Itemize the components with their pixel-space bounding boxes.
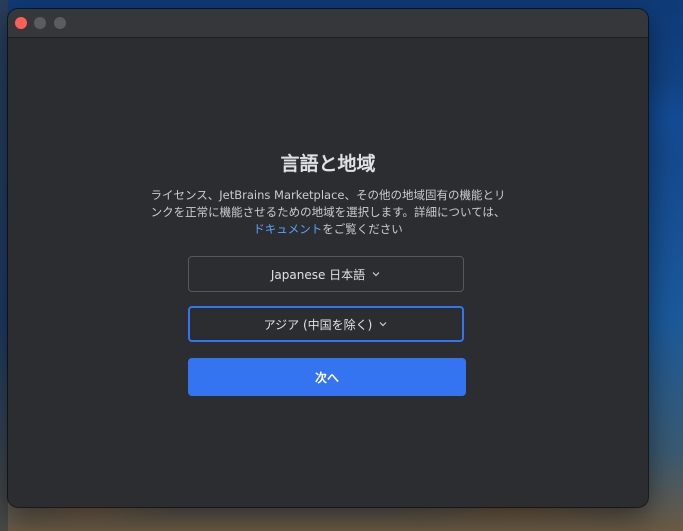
description-prefix: ライセンス、JetBrains Marketplace、その他の地域固有の機能と… xyxy=(150,188,506,219)
language-select-value: Japanese 日本語 xyxy=(270,267,366,282)
description-text: ライセンス、JetBrains Marketplace、その他の地域固有の機能と… xyxy=(148,187,508,238)
documentation-link[interactable]: ドキュメント xyxy=(253,222,322,236)
region-select-value: アジア (中国を除く) xyxy=(263,317,373,332)
desktop-background xyxy=(0,0,8,531)
chevron-down-icon xyxy=(372,272,380,277)
maximize-window-button[interactable] xyxy=(54,17,66,29)
welcome-window: 言語と地域 ライセンス、JetBrains Marketplace、その他の地域… xyxy=(8,9,648,507)
title-bar xyxy=(8,9,648,38)
next-button[interactable]: 次へ xyxy=(188,358,466,396)
chevron-down-icon xyxy=(379,322,387,327)
page-title: 言語と地域 xyxy=(280,153,376,175)
region-select[interactable]: アジア (中国を除く) xyxy=(188,306,464,342)
minimize-window-button[interactable] xyxy=(34,17,46,29)
close-window-button[interactable] xyxy=(15,17,27,29)
description-suffix: をご覧ください xyxy=(322,222,403,236)
language-select[interactable]: Japanese 日本語 xyxy=(188,256,464,292)
